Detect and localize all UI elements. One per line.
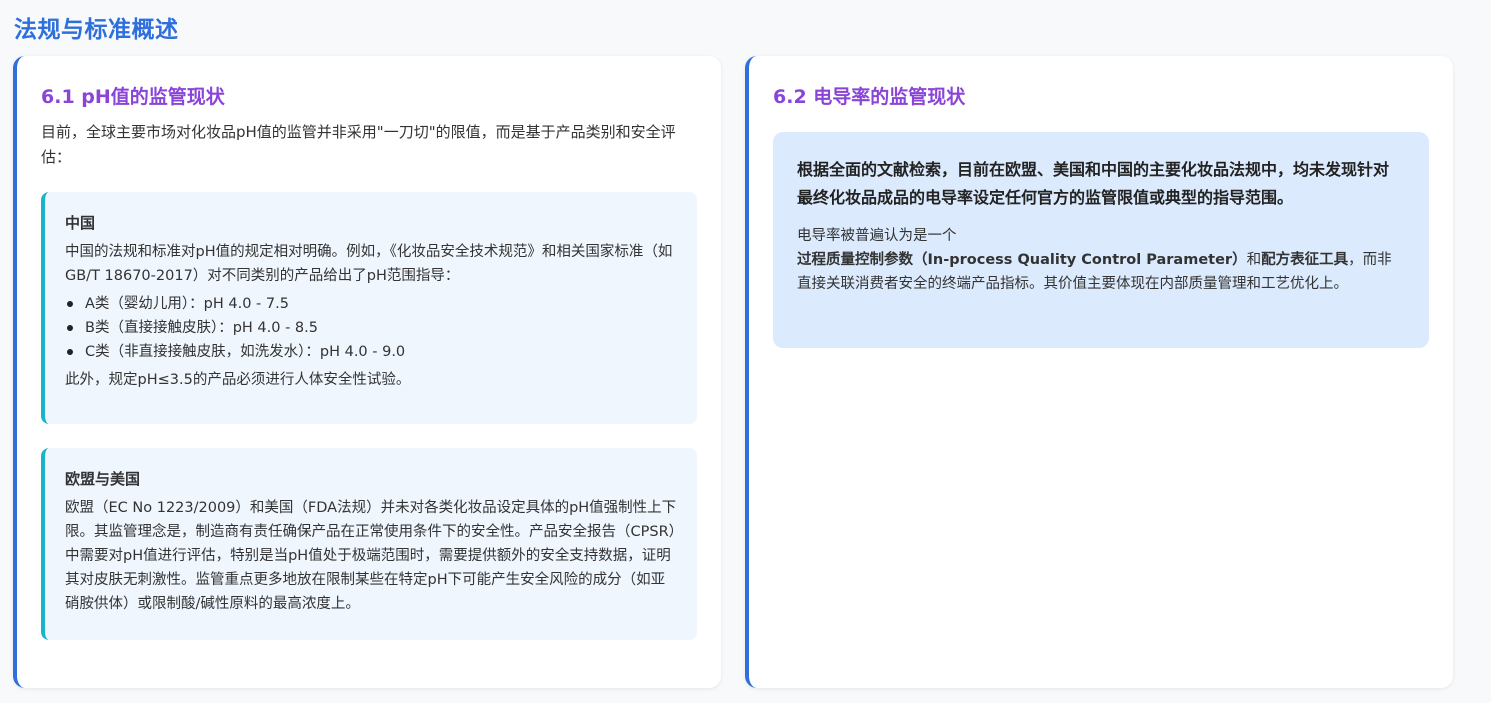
eu-us-regulation-box: 欧盟与美国 欧盟（EC No 1223/2009）和美国（FDA法规）并未对各类…: [41, 448, 697, 640]
list-item: B类（直接接触皮肤）：pH 4.0 - 8.5: [65, 316, 679, 340]
list-item: C类（非直接接触皮肤，如洗发水）：pH 4.0 - 9.0: [65, 340, 679, 364]
finding-sub-bold: 配方表征工具: [1261, 252, 1349, 268]
finding-main-text: 根据全面的文献检索，目前在欧盟、美国和中国的主要化妆品法规中，均未发现针对最终化…: [797, 156, 1405, 212]
china-note: 此外，规定pH≤3.5的产品必须进行人体安全性试验。: [65, 372, 411, 388]
finding-sub-part: 电导率被普遍认为是一个: [797, 228, 957, 244]
conductivity-card-title: 6.2 电导率的监管现状: [773, 86, 966, 108]
china-body: 中国的法规和标准对pH值的规定相对明确。例如，《化妆品安全技术规范》和相关国家标…: [65, 244, 673, 284]
conductivity-finding-box: 根据全面的文献检索，目前在欧盟、美国和中国的主要化妆品法规中，均未发现针对最终化…: [773, 132, 1429, 348]
eu-us-title: 欧盟与美国: [65, 470, 141, 488]
china-title: 中国: [65, 214, 96, 232]
eu-us-body: 欧盟（EC No 1223/2009）和美国（FDA法规）并未对各类化妆品设定具…: [65, 500, 677, 612]
page-title: 法规与标准概述: [14, 17, 179, 43]
finding-sub-bold: 过程质量控制参数（In-process Quality Control Para…: [797, 252, 1247, 268]
finding-main-bold: 均未发现: [1293, 160, 1358, 179]
finding-main-prefix: 根据全面的文献检索，目前在欧盟、美国和中国的主要化妆品法规中，: [797, 160, 1294, 179]
ph-card-title: 6.1 pH值的监管现状: [41, 86, 225, 108]
ph-intro: 目前，全球主要市场对化妆品pH值的监管并非采用"一刀切"的限值，而是基于产品类别…: [41, 123, 676, 166]
conductivity-regulation-card: 6.2 电导率的监管现状 根据全面的文献检索，目前在欧盟、美国和中国的主要化妆品…: [745, 56, 1453, 688]
list-item: A类（婴幼儿用）：pH 4.0 - 7.5: [65, 292, 679, 316]
china-regulation-box: 中国 中国的法规和标准对pH值的规定相对明确。例如，《化妆品安全技术规范》和相关…: [41, 192, 697, 424]
finding-sub-text: 电导率被普遍认为是一个过程质量控制参数（In-process Quality C…: [797, 224, 1405, 296]
ph-range-list: A类（婴幼儿用）：pH 4.0 - 7.5 B类（直接接触皮肤）：pH 4.0 …: [65, 292, 679, 364]
finding-sub-part: 和: [1246, 252, 1262, 268]
ph-regulation-card: 6.1 pH值的监管现状 目前，全球主要市场对化妆品pH值的监管并非采用"一刀切…: [13, 56, 721, 688]
